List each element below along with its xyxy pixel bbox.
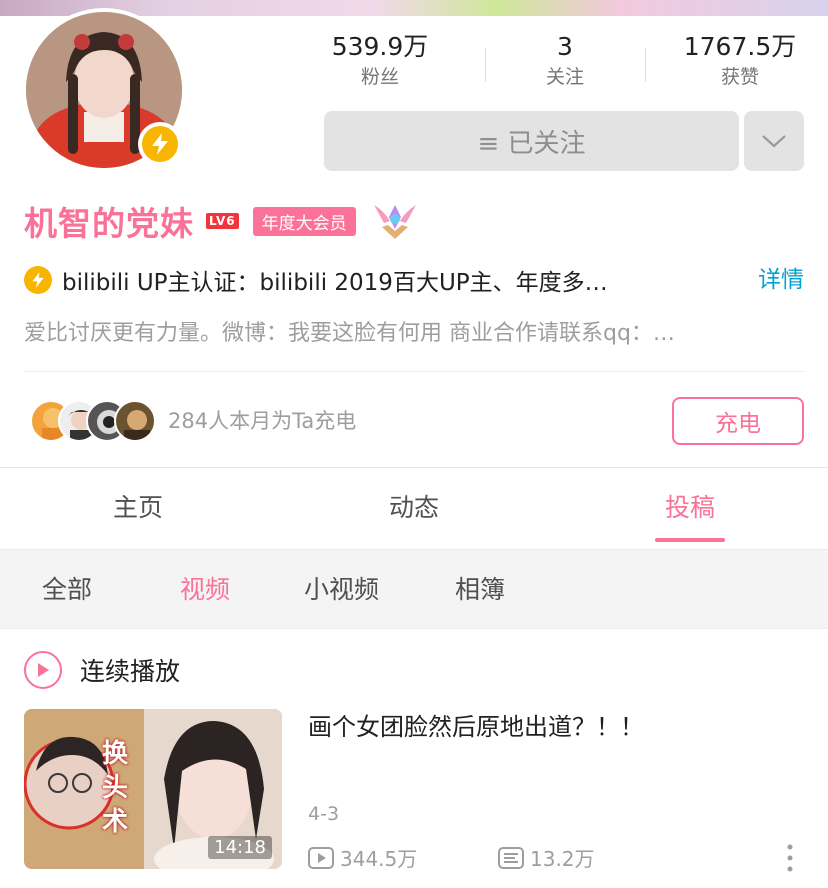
profile-sign: 爱比讨厌更有力量。微博：我要这脸有何用 商业合作请联系qq：… — [24, 321, 675, 346]
charger-avatars[interactable] — [30, 400, 170, 442]
following-label: 关注 — [545, 66, 584, 88]
follow-dropdown-button[interactable] — [744, 111, 804, 171]
fans-count: 539.9万 — [331, 32, 429, 61]
stat-following[interactable]: 3 关注 — [485, 30, 645, 90]
more-options-icon[interactable] — [784, 843, 796, 873]
username: 机智的党妹 — [24, 204, 194, 243]
video-list-item[interactable]: 换头术 14:18 画个女团脸然后原地出道？！！ 4-3 344.5万 13.2… — [24, 709, 804, 872]
subtab-all[interactable]: 全部 — [42, 550, 92, 630]
thumbnail-caption: 换头术 — [102, 739, 129, 837]
charge-button[interactable]: 充电 — [672, 397, 804, 445]
upload-subtabs: 全部 视频 小视频 相簿 — [0, 549, 828, 629]
medal-icon[interactable] — [370, 199, 420, 243]
following-count: 3 — [557, 32, 573, 61]
likes-label: 获赞 — [720, 66, 759, 88]
view-count: 344.5万 — [308, 843, 417, 872]
danmaku-count: 13.2万 — [498, 843, 595, 872]
level-badge: LV6 — [206, 213, 239, 229]
profile-tabs: 主页 动态 投稿 — [0, 468, 828, 548]
danmaku-count-value: 13.2万 — [530, 847, 595, 871]
likes-count: 1767.5万 — [683, 32, 797, 61]
continuous-play-label: 连续播放 — [80, 657, 181, 686]
video-date: 4-3 — [308, 803, 340, 825]
subtab-short-videos[interactable]: 小视频 — [304, 550, 379, 630]
detail-link[interactable]: 详情 — [758, 262, 804, 298]
subtab-videos[interactable]: 视频 — [180, 550, 230, 630]
certified-icon — [24, 266, 52, 294]
video-title[interactable]: 画个女团脸然后原地出道？！！ — [308, 709, 644, 745]
tab-uploads[interactable]: 投稿 — [590, 468, 790, 548]
play-circle-icon — [24, 651, 62, 689]
play-count-icon — [308, 846, 334, 869]
charger-avatar — [114, 400, 156, 442]
view-count-value: 344.5万 — [340, 847, 418, 871]
tab-home[interactable]: 主页 — [38, 468, 238, 548]
subtab-albums[interactable]: 相簿 — [455, 550, 505, 630]
video-thumbnail[interactable]: 换头术 14:18 — [24, 709, 282, 869]
profile-stats: 539.9万 粉丝 3 关注 1767.5万 获赞 — [290, 30, 828, 100]
chevron-down-icon — [762, 135, 786, 148]
divider — [24, 371, 804, 372]
charge-row: 284人本月为Ta充电 充电 — [24, 396, 804, 446]
verified-badge-icon — [138, 122, 182, 166]
active-tab-indicator — [655, 538, 725, 542]
danmaku-icon — [498, 846, 524, 869]
certification-text: bilibili UP主认证：bilibili 2019百大UP主、年度多… — [62, 270, 608, 296]
stat-divider — [645, 48, 646, 82]
charge-count-text: 284人本月为Ta充电 — [168, 409, 357, 433]
continuous-play-button[interactable]: 连续播放 — [24, 650, 180, 690]
stat-likes[interactable]: 1767.5万 获赞 — [660, 30, 820, 90]
certification-row: bilibili UP主认证：bilibili 2019百大UP主、年度多… 详… — [24, 262, 804, 298]
vip-badge[interactable]: 年度大会员 — [252, 206, 356, 236]
tab-dynamics[interactable]: 动态 — [314, 468, 514, 548]
fans-label: 粉丝 — [360, 66, 399, 88]
name-row: 机智的党妹 LV6 年度大会员 — [24, 196, 420, 246]
stat-fans[interactable]: 539.9万 粉丝 — [300, 30, 460, 90]
video-duration: 14:18 — [208, 836, 272, 859]
followed-button[interactable]: ≡ 已关注 — [324, 111, 739, 171]
